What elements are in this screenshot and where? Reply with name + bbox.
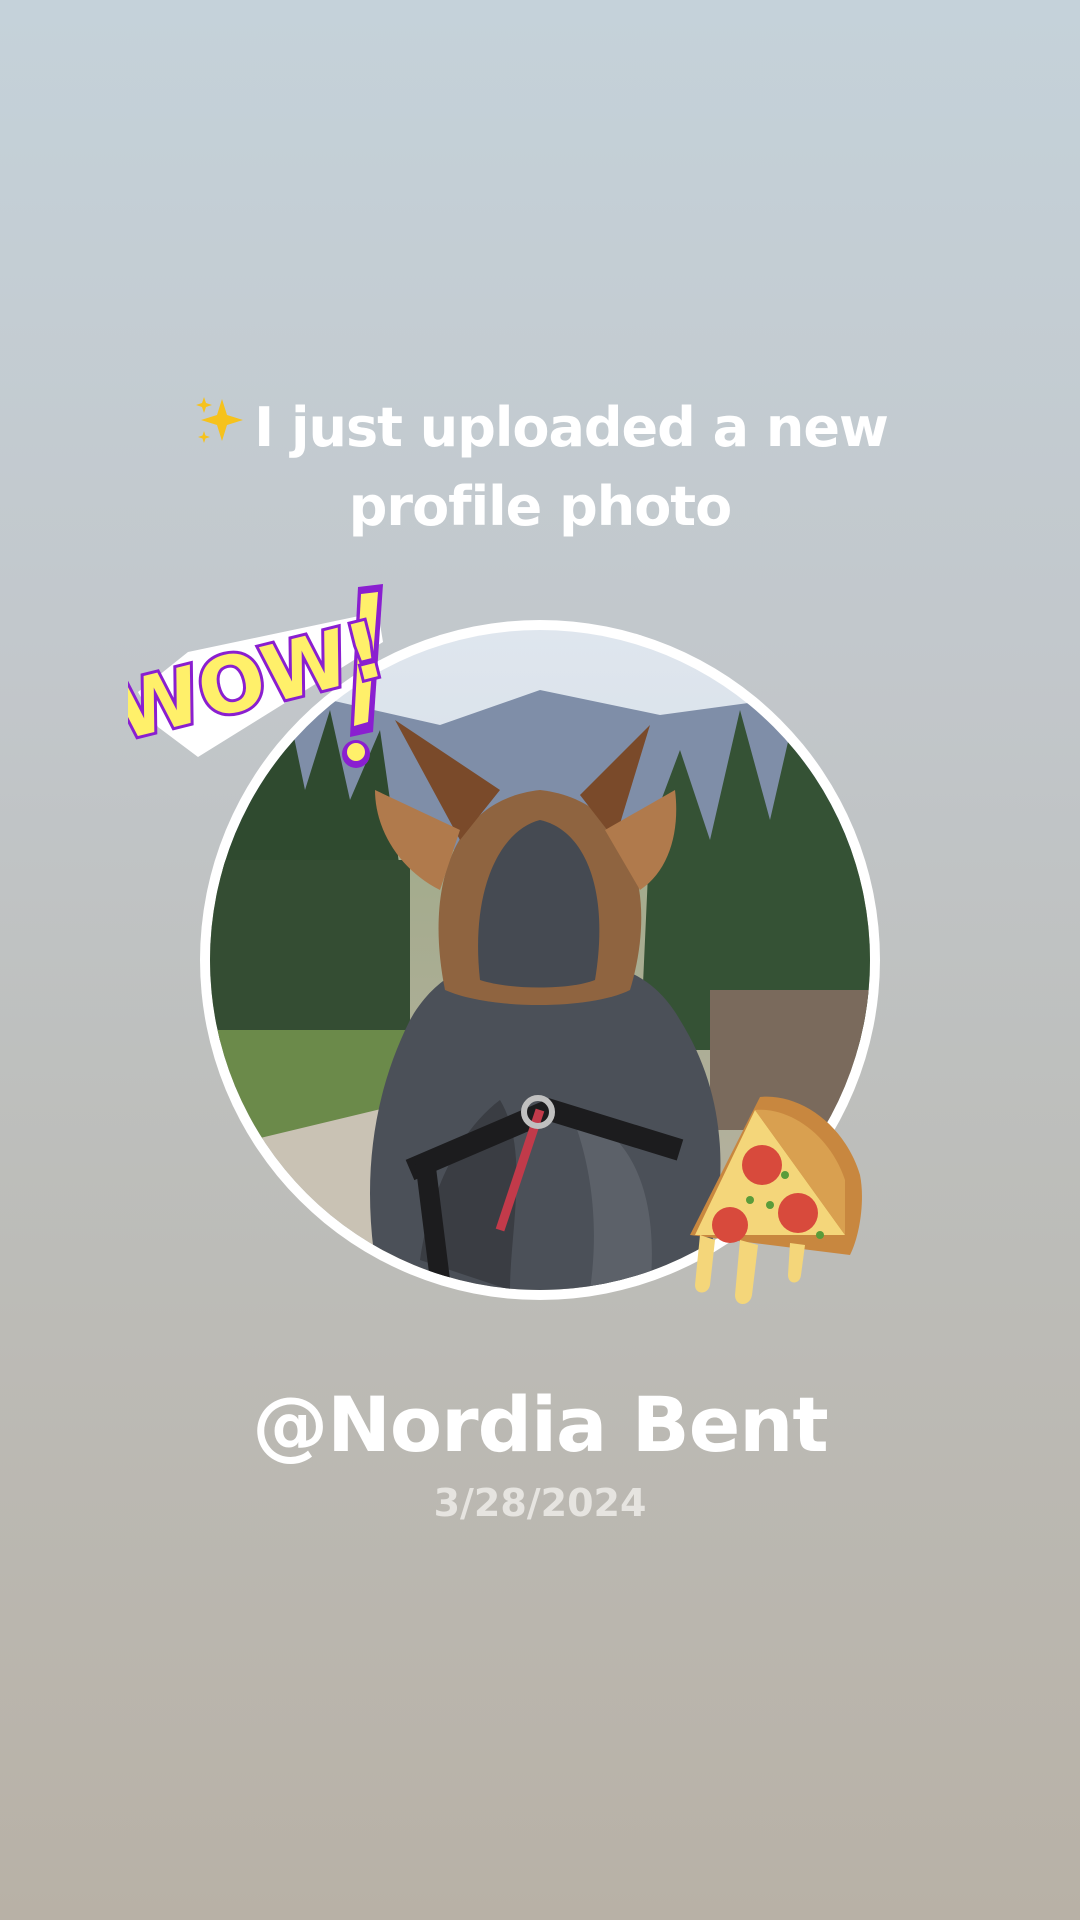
pizza-slice-sticker[interactable] <box>680 1085 875 1315</box>
wow-sticker[interactable]: WOW! <box>102 582 398 782</box>
post-date: 3/28/2024 <box>433 1481 647 1525</box>
announcement-label: I just uploaded a new profile photo <box>254 396 889 539</box>
announcement-text: I just uploaded a new profile photo <box>140 390 940 545</box>
sparkles-icon <box>192 393 248 469</box>
username: @Nordia Bent <box>252 1380 828 1469</box>
